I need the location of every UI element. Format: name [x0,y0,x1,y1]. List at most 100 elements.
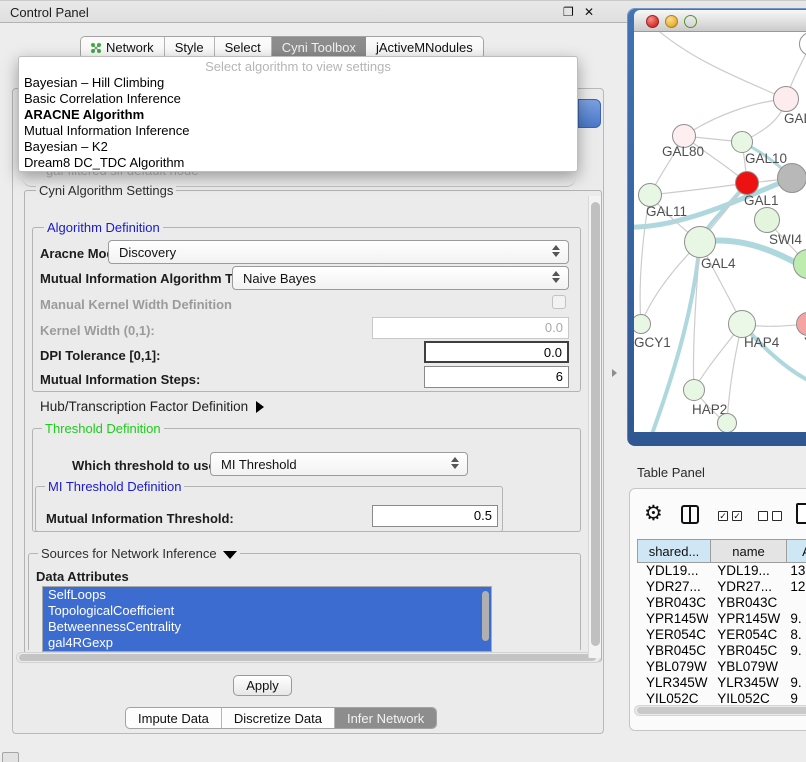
table-horizontal-scrollbar[interactable] [634,705,806,716]
tab-label: Discretize Data [234,711,322,726]
attr-list-scrollbar[interactable] [482,591,489,641]
bottom-corner-button[interactable] [2,752,19,762]
close-icon[interactable]: ✕ [584,5,594,19]
table-hscroll-thumb[interactable] [637,707,806,714]
network-window: GALGAL80GAL10GAL1GAL11SWI4GAL4GCY1HAP4YH… [627,8,806,446]
algorithm-dropdown-list: Bayesian – Hill ClimbingBasic Correlatio… [19,75,577,171]
mi-steps-field[interactable]: 6 [424,366,569,388]
dropdown-item[interactable]: Bayesian – Hill Climbing [19,75,577,91]
node-label: GAL1 [744,193,779,208]
mi-threshold-field[interactable]: 0.5 [372,505,498,527]
table-row[interactable]: YBR043CYBR043C [637,595,806,611]
sources-title-text: Sources for Network Inference [41,546,217,561]
table-row[interactable]: YER054CYER054C8. [637,627,806,643]
attribute-item[interactable]: BetweennessCentrality [43,619,491,635]
table-row[interactable]: YLR345WYLR345W9. [637,675,806,691]
network-node[interactable] [735,171,759,195]
checked-boxes-icon[interactable]: ✓✓ [718,511,742,521]
unchecked-boxes-icon[interactable] [758,511,782,521]
column-header[interactable]: name [711,539,787,563]
minimize-traffic-light-icon[interactable] [665,15,678,28]
tab-label: jActiveMNodules [376,40,473,55]
dropdown-item[interactable]: Bayesian – K2 [19,139,577,155]
vscroll-thumb[interactable] [591,202,600,646]
tab-discretize-data[interactable]: Discretize Data [222,708,335,728]
zoom-traffic-light-icon[interactable] [684,15,697,28]
settings-vertical-scrollbar[interactable] [588,196,601,658]
tab-label: Impute Data [138,711,209,726]
column-header[interactable]: shared... [637,539,711,563]
expand-right-icon[interactable] [256,401,264,413]
which-threshold-combo[interactable]: MI Threshold [210,452,468,476]
kernel-width-field[interactable]: 0.0 [372,317,569,339]
table-cell: 9 [781,691,806,703]
data-attributes-list[interactable]: SelfLoopsTopologicalCoefficientBetweenne… [42,586,492,652]
tab-cyni-toolbox[interactable]: Cyni Toolbox [272,37,366,58]
table-cell: YBR043C [637,595,708,611]
network-node[interactable] [777,163,806,193]
aracne-mode-combo[interactable]: Discovery [108,240,569,264]
attribute-item[interactable]: SelfLoops [43,587,491,603]
table-cell: YLR345W [708,675,781,691]
tab-jactivemnodules[interactable]: jActiveMNodules [366,37,483,58]
attr-items: SelfLoopsTopologicalCoefficientBetweenne… [43,587,491,651]
settings-horizontal-scrollbar[interactable] [16,652,601,663]
table-header: shared...nameA [637,539,806,563]
tab-style[interactable]: Style [165,37,215,58]
hscroll-thumb[interactable] [19,654,596,661]
mi-algorithm-type-label: Mutual Information Algorithm Type: [40,271,259,286]
table-row[interactable]: YBL079WYBL079W [637,659,806,675]
table-row[interactable]: YDL19...YDL19...13 [637,563,806,579]
table-row[interactable]: YBR045CYBR045C9. [637,643,806,659]
dropdown-item[interactable]: Dream8 DC_TDC Algorithm [19,155,577,171]
network-canvas[interactable]: GALGAL80GAL10GAL1GAL11SWI4GAL4GCY1HAP4YH… [634,32,806,432]
node-label: SWI4 [769,232,802,247]
table-row[interactable]: YIL052CYIL052C9 [637,691,806,703]
network-node[interactable] [717,413,737,432]
focused-combo-fragment [578,99,601,128]
tab-impute-data[interactable]: Impute Data [126,708,222,728]
close-traffic-light-icon[interactable] [646,15,659,28]
document-icon[interactable] [796,503,806,524]
manual-kernel-width-checkbox[interactable] [552,295,566,309]
network-node[interactable] [754,207,780,233]
table-cell: YPR145W [708,611,781,627]
attribute-item[interactable]: TopologicalCoefficient [43,603,491,619]
table-cell: YBR043C [708,595,781,611]
network-node[interactable] [731,131,753,153]
table-row[interactable]: YDR27...YDR27...12 [637,579,806,595]
tab-network[interactable]: Network [81,37,165,58]
network-node[interactable] [728,310,756,338]
tab-infer-network[interactable]: Infer Network [335,708,436,728]
node-label: HAP4 [744,335,779,350]
columns-icon[interactable] [681,505,699,524]
column-header[interactable]: A [787,539,806,563]
table-cell: YIL052C [708,691,781,703]
table-cell: 12 [781,579,806,595]
hub-definition-expander[interactable]: Hub/Transcription Factor Definition [40,399,264,414]
table-row[interactable]: YPR145WYPR145W9. [637,611,806,627]
dropdown-item[interactable]: Basic Correlation Inference [19,91,577,107]
network-node[interactable] [683,379,705,401]
table-cell: YDR27... [637,579,708,595]
table-cell: YDR27... [708,579,781,595]
gear-icon[interactable]: ⚙ [644,503,663,524]
table-body: YDL19...YDL19...13YDR27...YDR27...12YBR0… [637,563,806,703]
dpi-tolerance-field[interactable]: 0.0 [424,341,569,363]
table-cell: YER054C [637,627,708,643]
algorithm-dropdown: Select algorithm to view settings Bayesi… [18,56,578,172]
mi-algorithm-type-combo[interactable]: Naive Bayes [232,266,569,290]
tab-select[interactable]: Select [215,37,272,58]
threshold-definition-title: Threshold Definition [42,421,164,436]
float-icon[interactable]: ❐ [563,5,574,19]
splitpane-handle-icon[interactable] [612,369,617,377]
network-node[interactable] [684,226,716,258]
apply-button[interactable]: Apply [233,675,292,696]
dropdown-item[interactable]: Mutual Information Inference [19,123,577,139]
attribute-item[interactable]: gal4RGexp [43,635,491,651]
sources-group-title[interactable]: Sources for Network Inference [38,546,240,561]
collapse-down-icon[interactable] [223,551,237,559]
dropdown-item[interactable]: ARACNE Algorithm [19,107,577,123]
network-window-titlebar[interactable] [634,10,806,32]
network-node[interactable] [773,86,799,112]
